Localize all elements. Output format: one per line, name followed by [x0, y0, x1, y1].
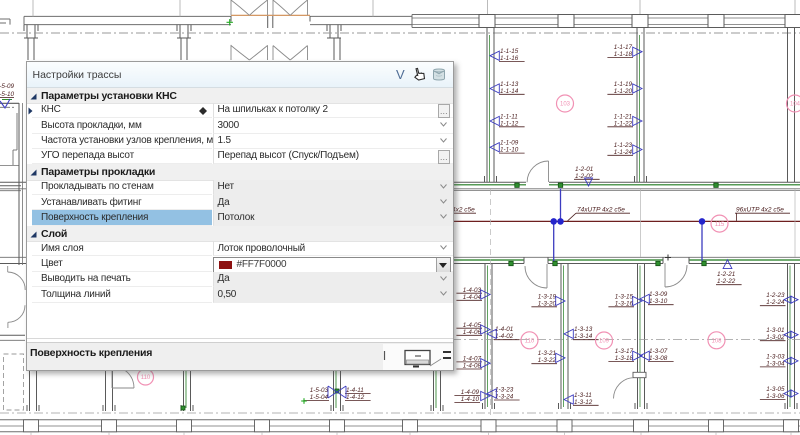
svg-text:1-3-15: 1-3-15: [615, 293, 634, 300]
svg-text:1-4-11: 1-4-11: [346, 387, 364, 394]
svg-text:1-3-05: 1-3-05: [766, 386, 785, 393]
svg-text:1-1-18: 1-1-18: [614, 51, 633, 58]
svg-text:1-4-12: 1-4-12: [346, 394, 365, 401]
svg-text:1-3-08: 1-3-08: [649, 355, 668, 362]
svg-text:1-4-09: 1-4-09: [461, 389, 480, 396]
svg-text:103: 103: [560, 102, 571, 108]
svg-text:-5-09: -5-09: [0, 83, 14, 90]
svg-text:1-1-19: 1-1-19: [614, 81, 633, 88]
svg-text:1-2-23: 1-2-23: [766, 292, 785, 299]
svg-text:1-1-16: 1-1-16: [500, 55, 519, 62]
svg-text:1-4-07: 1-4-07: [463, 356, 482, 363]
svg-text:1-1-21: 1-1-21: [614, 113, 632, 120]
svg-text:1-3-12: 1-3-12: [574, 399, 593, 406]
svg-text:1-1-12: 1-1-12: [500, 120, 519, 127]
svg-text:110: 110: [141, 375, 151, 381]
svg-text:1-5-03: 1-5-03: [310, 387, 329, 394]
svg-text:1-3-23: 1-3-23: [495, 387, 514, 394]
svg-text:1-3-24: 1-3-24: [495, 394, 514, 401]
svg-text:1-1-23: 1-1-23: [614, 142, 633, 149]
svg-text:1-3-17: 1-3-17: [615, 348, 634, 355]
svg-text:1-3-14: 1-3-14: [574, 333, 593, 340]
svg-text:1-2-21: 1-2-21: [717, 271, 735, 278]
svg-text:1-1-22: 1-1-22: [614, 120, 633, 127]
svg-text:1-3-02: 1-3-02: [766, 334, 785, 341]
svg-text:109: 109: [599, 339, 610, 345]
svg-text:108: 108: [711, 339, 722, 345]
svg-text:1-3-01: 1-3-01: [766, 327, 784, 334]
svg-text:1-1-14: 1-1-14: [500, 88, 519, 95]
svg-text:96xUTP 4x2 c5e: 96xUTP 4x2 c5e: [736, 207, 784, 214]
svg-text:1-4-02: 1-4-02: [495, 333, 514, 340]
svg-text:1-3-10: 1-3-10: [649, 298, 668, 305]
svg-text:1-4-04: 1-4-04: [463, 294, 482, 301]
svg-text:1-3-09: 1-3-09: [649, 291, 668, 298]
svg-text:1-2-02: 1-2-02: [575, 173, 594, 180]
svg-text:104: 104: [790, 102, 800, 108]
svg-text:1-4-06: 1-4-06: [463, 329, 482, 336]
svg-text:-5-10: -5-10: [0, 91, 14, 98]
svg-text:1-1-24: 1-1-24: [614, 149, 633, 156]
svg-text:110: 110: [525, 339, 535, 345]
svg-text:1-1-10: 1-1-10: [500, 147, 519, 154]
svg-text:1-3-11: 1-3-11: [574, 392, 592, 399]
svg-text:1-3-18: 1-3-18: [615, 355, 634, 362]
svg-text:1-1-17: 1-1-17: [614, 44, 633, 51]
svg-text:1-3-19: 1-3-19: [538, 293, 557, 300]
svg-text:1-1-11: 1-1-11: [500, 113, 518, 120]
svg-text:1-2-01: 1-2-01: [575, 166, 593, 173]
svg-text:1-3-13: 1-3-13: [574, 326, 593, 333]
svg-text:1-3-04: 1-3-04: [766, 360, 785, 367]
svg-text:1-4-10: 1-4-10: [461, 396, 480, 403]
svg-text:4x2 c5e: 4x2 c5e: [452, 207, 475, 214]
svg-text:115: 115: [715, 222, 725, 228]
svg-text:1-3-22: 1-3-22: [538, 357, 557, 364]
svg-text:1-1-09: 1-1-09: [500, 140, 519, 147]
svg-text:1-4-08: 1-4-08: [463, 363, 482, 370]
svg-text:1-2-22: 1-2-22: [717, 278, 736, 285]
svg-text:1-4-01: 1-4-01: [495, 326, 513, 333]
svg-text:1-3-06: 1-3-06: [766, 393, 785, 400]
svg-text:1-4-03: 1-4-03: [463, 287, 482, 294]
svg-text:1-4-05: 1-4-05: [463, 322, 482, 329]
svg-text:1-2-24: 1-2-24: [766, 299, 785, 306]
svg-text:1-3-03: 1-3-03: [766, 353, 785, 360]
svg-text:1-1-13: 1-1-13: [500, 81, 519, 88]
svg-text:1-5-04: 1-5-04: [310, 394, 329, 401]
svg-text:1-1-15: 1-1-15: [500, 48, 519, 55]
svg-text:1-3-21: 1-3-21: [538, 350, 556, 357]
svg-text:1-3-07: 1-3-07: [649, 348, 668, 355]
svg-text:74xUTP 4x2 c5e: 74xUTP 4x2 c5e: [577, 207, 625, 214]
svg-text:1-3-16: 1-3-16: [615, 300, 634, 307]
svg-text:1-3-20: 1-3-20: [538, 300, 557, 307]
svg-text:1-1-20: 1-1-20: [614, 88, 633, 95]
